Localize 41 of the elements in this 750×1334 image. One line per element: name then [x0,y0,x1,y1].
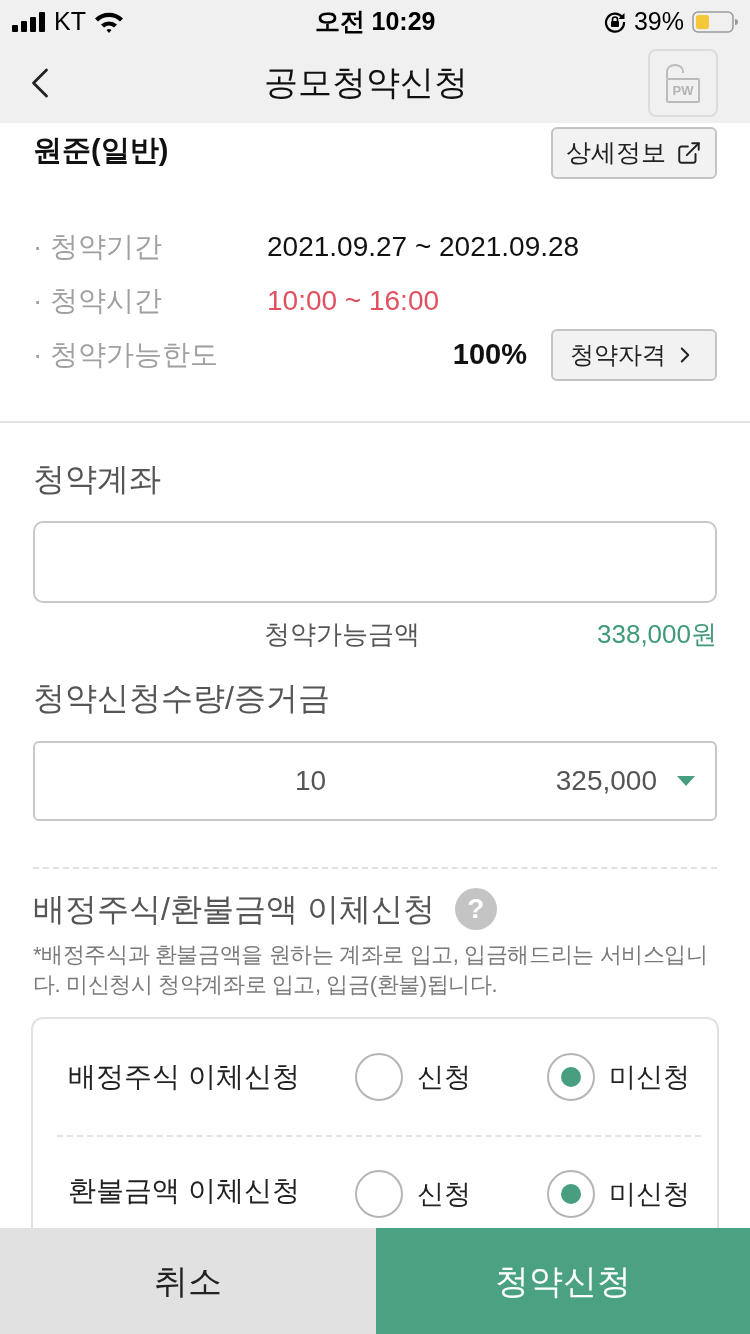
info-label: · 청약시간 [33,284,164,318]
radio-label: 신청 [417,1061,471,1094]
section-label: 청약신청수량/증거금 [33,679,330,718]
battery-icon [692,11,738,33]
battery-percent: 39% [633,6,684,38]
info-value: 10:00 ~ 16:00 [267,284,440,318]
open-lock-icon [665,64,685,78]
signal-icon [12,12,46,32]
info-label: · 청약기간 [33,230,164,264]
radio-button[interactable] [547,1170,595,1218]
transfer-option-label: 배정주식 이체신청 [68,1060,301,1094]
carrier-name: KT [54,6,86,38]
info-value: 100% [452,337,527,373]
radio-label: 미신청 [609,1178,690,1211]
eligibility-button[interactable]: 청약자격 [551,329,717,381]
quantity-deposit-field[interactable]: 10 325,000 [33,741,717,821]
section-label: 배정주식/환불금액 이체신청 [33,890,435,929]
radio-label: 미신청 [609,1061,690,1094]
dropdown-triangle-icon [677,776,695,786]
radio-button[interactable] [355,1053,403,1101]
info-value: 2021.09.27 ~ 2021.09.28 [267,230,580,264]
info-label: · 청약가능한도 [33,338,220,372]
transfer-note: *배정주식과 환불금액을 원하는 계좌로 입고, 입금해드리는 서비스입니다. 미신청시 청약계좌로 입고, 입금(환불)됩니다. [33,941,709,999]
offering-name: 원준(일반) [33,133,169,168]
rotation-lock-icon [603,11,626,33]
page-title: 공모청약신청 [264,62,468,103]
detail-info-button[interactable]: 상세정보 [551,127,717,179]
external-link-icon [676,140,702,166]
account-select-field[interactable] [33,521,717,603]
deposit-value: 325,000 [555,764,657,798]
cancel-button[interactable]: 취소 [0,1228,376,1334]
wifi-icon [93,11,124,33]
transfer-option-label: 환불금액 이체신청 [68,1174,301,1208]
radio-button[interactable] [355,1170,403,1218]
available-amount-value: 338,000원 [597,617,717,651]
radio-button[interactable] [547,1053,595,1101]
quantity-value: 10 [295,764,327,798]
available-amount-label: 청약가능금액 [264,617,420,651]
status-time: 오전 10:29 [314,6,436,38]
radio-label: 신청 [417,1178,471,1211]
section-label: 청약계좌 [33,460,161,499]
